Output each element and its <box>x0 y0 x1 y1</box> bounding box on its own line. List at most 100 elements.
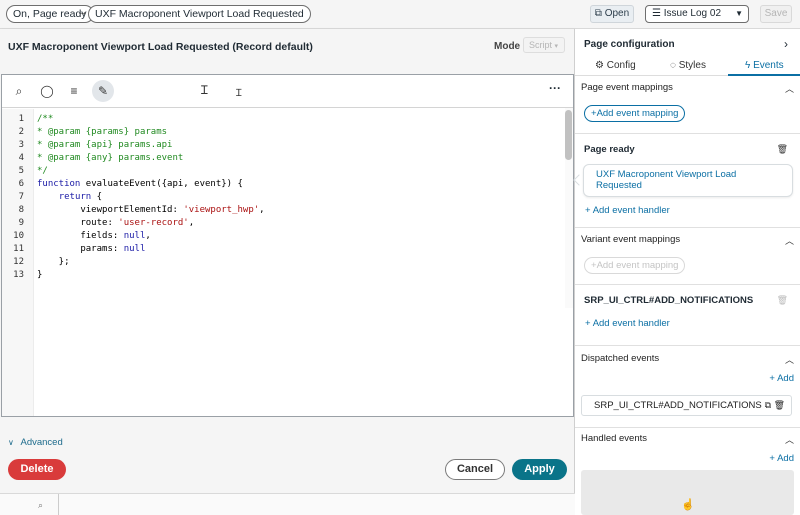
code-line: * @param {any} params.event <box>37 153 184 163</box>
variant-select[interactable]: ☰ Issue Log 02 ▼ <box>645 5 749 23</box>
srp-event-title: SRP_UI_CTRL#ADD_NOTIFICATIONS <box>584 295 754 306</box>
variant-event-mappings-title: Variant event mappings <box>581 234 681 245</box>
external-link-icon: ⧉ <box>594 8 602 19</box>
divider <box>58 494 59 515</box>
chevron-up-icon[interactable]: ︿ <box>785 234 794 247</box>
handled-events-title: Handled events <box>581 433 648 444</box>
code-line: route: 'user-record', <box>37 218 195 228</box>
line-number: 12 <box>13 257 24 267</box>
search-icon: ⌕ <box>38 500 44 510</box>
dispatched-event-item[interactable]: SRP_UI_CTRL#ADD_NOTIFICATIONS ⧉ 🗑 <box>581 395 792 416</box>
divider <box>575 345 800 346</box>
line-number: 13 <box>13 270 24 280</box>
more-icon[interactable]: ··· <box>549 81 561 95</box>
tab-styles[interactable]: ◌ Styles <box>670 60 706 71</box>
format-icon[interactable]: ≡ <box>66 83 82 99</box>
page-configuration-panel: Page configuration › ⚙ Config ◌ Styles ϟ… <box>573 29 800 515</box>
line-number: 5 <box>18 166 24 176</box>
chevron-down-icon: ▼ <box>735 9 743 18</box>
code-line: viewportElementId: 'viewport_hwp', <box>37 205 265 215</box>
line-number-gutter: 1 2 3 4 5 6 7 8 9 10 11 12 13 <box>2 109 34 416</box>
code-line: function evaluateEvent({api, event}) { <box>37 179 243 189</box>
plus-icon: + <box>769 373 775 384</box>
divider <box>575 133 800 134</box>
code-line: } <box>37 270 43 280</box>
add-handled-event-link[interactable]: + Add <box>769 453 794 464</box>
add-event-handler-link[interactable]: + Add event handler <box>585 318 670 329</box>
divider <box>575 284 800 285</box>
plus-icon: + <box>769 453 775 464</box>
mode-label: Mode <box>494 41 521 52</box>
chevron-right-icon[interactable]: › <box>784 37 788 51</box>
active-tab-indicator <box>728 74 800 76</box>
line-number: 8 <box>18 205 24 215</box>
editor-scroll-track <box>565 108 573 308</box>
top-bar: On, Page ready → UXF Macroponent Viewpor… <box>0 0 800 29</box>
script-editor-modal: UXF Macroponent Viewport Load Requested … <box>0 29 575 493</box>
line-number: 6 <box>18 179 24 189</box>
apply-button[interactable]: Apply <box>512 459 567 480</box>
code-editor[interactable]: ⌕ ◯ ≡ ✎ ··· Ɪ Ɪ 1 2 3 4 5 6 7 8 9 10 11 … <box>1 74 574 417</box>
line-number: 2 <box>18 127 24 137</box>
editor-toolbar: ⌕ ◯ ≡ ✎ ··· Ɪ Ɪ <box>2 75 573 108</box>
chevron-down-icon: ▾ <box>554 43 559 50</box>
breadcrumb-event-name[interactable]: UXF Macroponent Viewport Load Requested <box>88 5 311 23</box>
line-number: 10 <box>13 231 24 241</box>
save-button[interactable]: Save <box>760 5 792 23</box>
code-line: * @param {params} params <box>37 127 168 137</box>
divider <box>575 227 800 228</box>
add-event-mapping-button[interactable]: +Add event mapping <box>584 105 686 122</box>
script-icon: ✎ <box>97 84 109 98</box>
list-icon: ☰ <box>652 8 661 19</box>
delete-button[interactable]: Delete <box>8 459 66 480</box>
modal-title: UXF Macroponent Viewport Load Requested … <box>8 41 313 53</box>
line-number: 1 <box>18 114 24 124</box>
line-number: 11 <box>13 244 24 254</box>
code-line: params: null <box>37 244 146 254</box>
gear-icon: ⚙ <box>595 60 604 71</box>
editor-scrollbar[interactable] <box>565 110 572 160</box>
chevron-down-icon: ∨ <box>8 438 14 447</box>
plus-icon: + <box>585 318 591 329</box>
divider <box>575 427 800 428</box>
code-line: fields: null, <box>37 231 151 241</box>
add-event-handler-link[interactable]: + Add event handler <box>585 205 670 216</box>
tab-config[interactable]: ⚙ Config <box>595 60 636 71</box>
mode-select[interactable]: Script ▾ <box>523 37 565 53</box>
tab-events[interactable]: ϟ Events <box>745 60 784 71</box>
page-event-mappings-title: Page event mappings <box>581 82 673 93</box>
handled-events-list: ☝ <box>581 470 794 515</box>
event-handler-card[interactable]: UXF Macroponent Viewport Load Requested <box>583 164 793 197</box>
open-button[interactable]: ⧉ Open <box>590 5 634 23</box>
code-line: /** <box>37 114 54 124</box>
trash-icon[interactable]: 🗑 <box>774 400 785 410</box>
advanced-toggle[interactable]: ∨ Advanced <box>8 437 63 448</box>
cancel-button[interactable]: Cancel <box>445 459 505 480</box>
line-number: 9 <box>18 218 24 228</box>
page-ready-title: Page ready <box>584 144 635 155</box>
plus-icon: + <box>585 205 591 216</box>
search-icon[interactable]: ⌕ <box>11 83 27 99</box>
add-dispatched-event-link[interactable]: + Add <box>769 373 794 384</box>
panel-title: Page configuration <box>584 39 675 50</box>
chevron-up-icon[interactable]: ︿ <box>785 82 794 95</box>
external-link-icon[interactable]: ⧉ <box>765 400 771 410</box>
line-number: 7 <box>18 192 24 202</box>
code-line: * @param {api} params.api <box>37 140 173 150</box>
code-line: }; <box>37 257 70 267</box>
trash-icon[interactable]: 🗑 <box>777 295 788 306</box>
lightning-icon: ϟ <box>745 60 751 71</box>
background-canvas-strip: ⌕ <box>0 493 575 515</box>
chevron-up-icon[interactable]: ︿ <box>785 353 794 366</box>
text-cursor-icon: Ɪ <box>236 88 242 99</box>
trash-icon[interactable]: 🗑 <box>777 144 788 155</box>
palette-icon: ◌ <box>670 60 676 71</box>
code-line: return { <box>58 192 103 202</box>
chevron-up-icon[interactable]: ︿ <box>785 433 794 446</box>
hand-cursor-icon: ☝ <box>681 499 695 511</box>
code-line: */ <box>37 166 48 176</box>
add-variant-event-mapping-button[interactable]: +Add event mapping <box>584 257 686 274</box>
dispatched-events-title: Dispatched events <box>581 353 660 364</box>
comment-icon[interactable]: ◯ <box>39 83 55 99</box>
breadcrumb-arrow-icon: → <box>77 6 88 18</box>
